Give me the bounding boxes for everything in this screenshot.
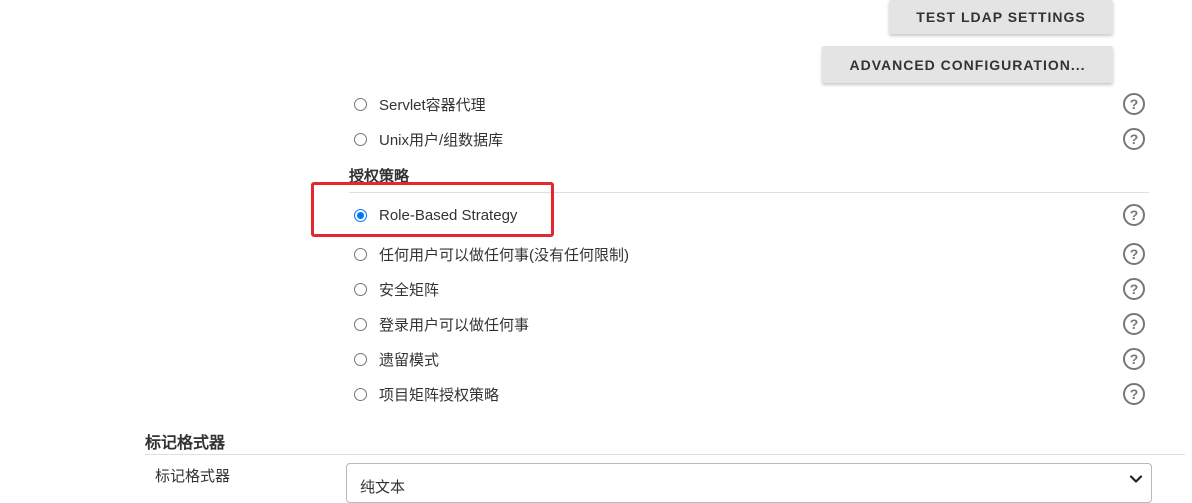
section-divider: [145, 454, 1185, 455]
auth-option-logged-in[interactable]: 登录用户可以做任何事: [354, 312, 529, 336]
advanced-configuration-button[interactable]: ADVANCED CONFIGURATION...: [822, 46, 1113, 83]
auth-radio-project-matrix[interactable]: [354, 387, 367, 401]
auth-radio-legacy[interactable]: [354, 352, 367, 366]
realm-radio-unix[interactable]: [354, 132, 367, 146]
realm-option-label: Servlet容器代理: [379, 96, 486, 114]
markup-formatter-section-title: 标记格式器: [145, 435, 226, 452]
help-icon[interactable]: ?: [1123, 313, 1145, 335]
auth-option-label: 任何用户可以做任何事(没有任何限制): [379, 246, 629, 264]
test-ldap-settings-button[interactable]: TEST LDAP SETTINGS: [889, 0, 1113, 34]
realm-option-servlet[interactable]: Servlet容器代理: [354, 92, 486, 116]
markup-formatter-value: 纯文本: [360, 479, 406, 496]
auth-radio-unrestricted[interactable]: [354, 247, 367, 261]
chevron-down-icon: [1129, 475, 1143, 483]
auth-option-unrestricted[interactable]: 任何用户可以做任何事(没有任何限制): [354, 242, 629, 266]
auth-option-label: 遗留模式: [379, 351, 440, 369]
help-icon[interactable]: ?: [1123, 204, 1145, 226]
auth-radio-matrix[interactable]: [354, 282, 367, 296]
help-icon[interactable]: ?: [1123, 348, 1145, 370]
auth-option-label: 登录用户可以做任何事: [379, 316, 530, 334]
auth-option-label: 安全矩阵: [379, 281, 440, 299]
auth-option-project-matrix[interactable]: 项目矩阵授权策略: [354, 382, 499, 406]
realm-radio-servlet[interactable]: [354, 97, 367, 111]
auth-option-legacy[interactable]: 遗留模式: [354, 347, 439, 371]
help-icon[interactable]: ?: [1123, 93, 1145, 115]
auth-option-label: 项目矩阵授权策略: [379, 386, 500, 404]
help-icon[interactable]: ?: [1123, 128, 1145, 150]
markup-formatter-select[interactable]: 纯文本: [346, 463, 1152, 503]
realm-option-unix[interactable]: Unix用户/组数据库: [354, 127, 503, 151]
annotation-highlight-box: [311, 182, 554, 237]
help-icon[interactable]: ?: [1123, 278, 1145, 300]
auth-radio-logged-in[interactable]: [354, 317, 367, 331]
help-icon[interactable]: ?: [1123, 383, 1145, 405]
auth-option-matrix[interactable]: 安全矩阵: [354, 277, 439, 301]
realm-option-label: Unix用户/组数据库: [379, 131, 504, 149]
help-icon[interactable]: ?: [1123, 243, 1145, 265]
markup-formatter-label: 标记格式器: [155, 468, 231, 485]
